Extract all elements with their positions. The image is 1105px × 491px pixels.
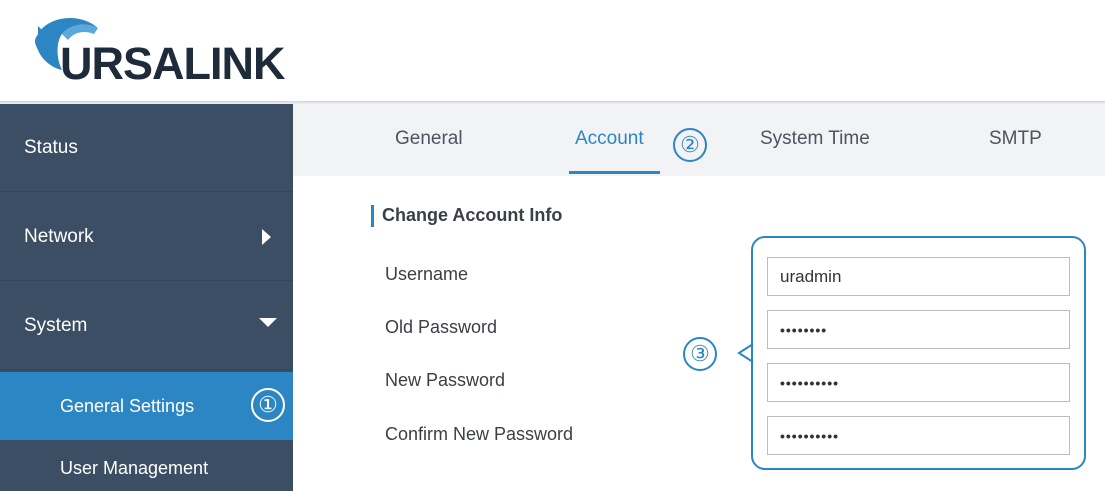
old-password-label: Old Password [385,317,498,337]
tab-system-time[interactable]: System Time [760,128,870,150]
section-accent-bar [371,205,374,227]
confirm-password-field[interactable]: •••••••••• [767,416,1070,455]
confirm-password-label: Confirm New Password [385,424,574,444]
caret-down-icon [259,318,277,327]
new-password-field[interactable]: •••••••••• [767,363,1070,402]
username-value: uradmin [780,266,842,286]
tab-smtp[interactable]: SMTP [989,128,1042,150]
old-password-value: •••••••• [780,321,828,338]
sidebar-item-system[interactable]: System [0,282,293,370]
app-header: URSALINK [0,0,1105,102]
step-marker-3: ③ [683,337,717,371]
sidebar-subitem-label: General Settings [60,395,195,416]
sidebar-subitem-label: User Management [60,458,209,478]
logo-wordmark: URSALINK [60,38,285,89]
username-field[interactable]: uradmin [767,257,1070,296]
sidebar-subitem-user-management[interactable]: User Management [0,446,293,491]
active-tab-indicator [569,171,660,174]
caret-right-icon [262,229,271,245]
section-title: Change Account Info [382,205,563,225]
confirm-password-value: •••••••••• [780,427,840,444]
sidebar-item-network[interactable]: Network [0,193,293,281]
username-label: Username [385,264,469,284]
sidebar-item-label: System [24,314,88,336]
tab-account[interactable]: Account [575,128,644,150]
sidebar-item-label: Status [24,136,78,158]
tab-bar: General Account ② System Time SMTP [293,104,1105,176]
old-password-field[interactable]: •••••••• [767,310,1070,349]
sidebar-subitem-general-settings[interactable]: General Settings ① [0,372,293,440]
main-content: General Account ② System Time SMTP Chang… [293,104,1105,491]
new-password-value: •••••••••• [780,374,840,391]
sidebar-item-label: Network [24,225,94,247]
new-password-label: New Password [385,370,506,390]
sidebar-item-status[interactable]: Status [0,104,293,192]
sidebar: Status Network System General Settings ①… [0,104,293,491]
step-marker-1: ① [251,388,285,422]
tab-general[interactable]: General [395,128,463,150]
step-marker-2: ② [673,128,707,162]
